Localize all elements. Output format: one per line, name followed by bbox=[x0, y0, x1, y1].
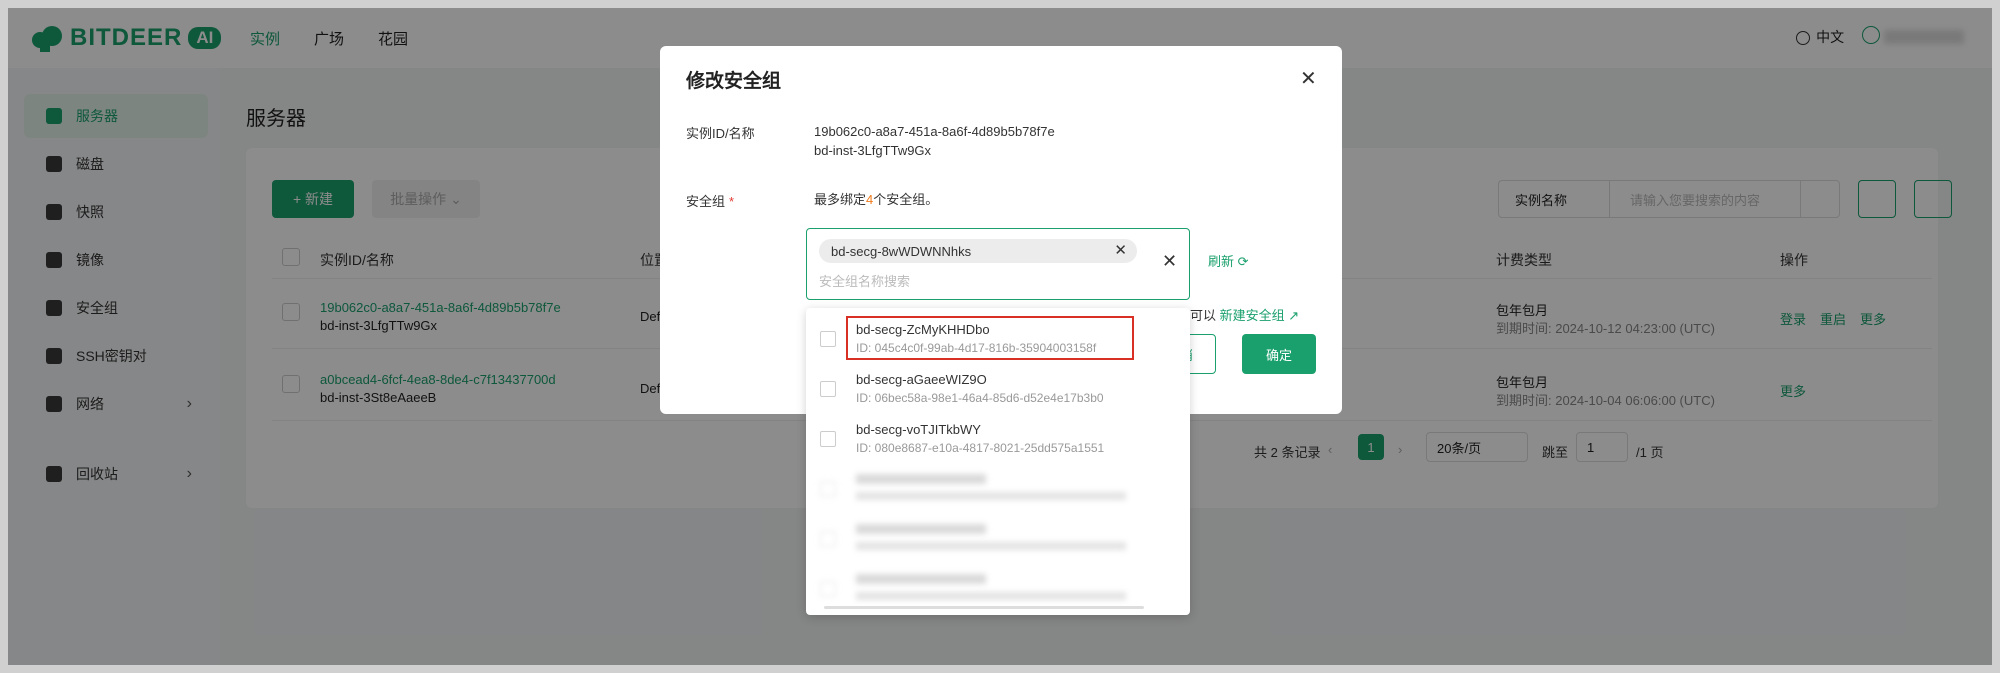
security-group-dropdown: bd-secg-ZcMyKHHDbo ID: 045c4c0f-99ab-4d1… bbox=[806, 308, 1190, 615]
refresh-button[interactable]: 刷新 ⟳ bbox=[1208, 251, 1249, 270]
app-window: BITDEER AI 实例 广场 花园 中文 服务器 磁盘 快照 镜像 安全组 … bbox=[8, 8, 1992, 665]
dropdown-option[interactable]: bd-secg-aGaeeWIZ9O ID: 06bec58a-98e1-46a… bbox=[806, 364, 1190, 412]
redacted-text bbox=[856, 492, 1126, 500]
redacted-text bbox=[856, 592, 1126, 600]
option-checkbox[interactable] bbox=[820, 481, 836, 497]
instance-name-value: bd-inst-3LfgTTw9Gx bbox=[814, 143, 932, 158]
remove-tag-icon[interactable]: ✕ bbox=[1114, 241, 1127, 259]
option-id: ID: 06bec58a-98e1-46a4-85d6-d52e4e17b3b0 bbox=[856, 391, 1104, 405]
option-id: ID: 080e8687-e10a-4817-8021-25dd575a1551 bbox=[856, 441, 1105, 455]
dropdown-option-redacted[interactable] bbox=[806, 564, 1190, 612]
clear-icon[interactable]: ✕ bbox=[1162, 251, 1177, 272]
close-icon[interactable]: ✕ bbox=[1300, 66, 1317, 91]
option-checkbox[interactable] bbox=[820, 431, 836, 447]
create-security-group-link[interactable]: 新建安全组 bbox=[1220, 308, 1285, 323]
option-checkbox[interactable] bbox=[820, 531, 836, 547]
security-group-search-input[interactable]: 安全组名称搜索 bbox=[819, 271, 910, 290]
option-name: bd-secg-aGaeeWIZ9O bbox=[856, 372, 987, 387]
selected-security-group-tag: bd-secg-8wWDWNNhks ✕ bbox=[819, 239, 1137, 263]
dropdown-option-redacted[interactable] bbox=[806, 514, 1190, 562]
dropdown-option[interactable]: bd-secg-voTJITkbWY ID: 080e8687-e10a-481… bbox=[806, 414, 1190, 462]
dialog-title: 修改安全组 bbox=[686, 71, 782, 92]
redacted-text bbox=[856, 524, 986, 534]
redacted-text bbox=[856, 574, 986, 584]
confirm-button[interactable]: 确定 bbox=[1242, 334, 1316, 374]
redacted-text bbox=[856, 542, 1126, 550]
create-sg-hint: 可以 新建安全组 ↗ bbox=[1190, 308, 1300, 323]
security-group-select[interactable]: bd-secg-8wWDWNNhks ✕ 安全组名称搜索 ✕ bbox=[806, 228, 1190, 300]
highlight-box bbox=[846, 316, 1134, 360]
dropdown-scrollbar[interactable] bbox=[824, 606, 1144, 609]
option-checkbox[interactable] bbox=[820, 331, 836, 347]
bind-limit-hint: 最多绑定4个安全组。 bbox=[814, 192, 939, 207]
option-checkbox[interactable] bbox=[820, 581, 836, 597]
dropdown-option-redacted[interactable] bbox=[806, 464, 1190, 512]
option-checkbox[interactable] bbox=[820, 381, 836, 397]
instance-id-value: 19b062c0-a8a7-451a-8a6f-4d89b5b78f7e bbox=[814, 124, 1055, 139]
security-group-label: 安全组 * bbox=[686, 194, 735, 209]
option-name: bd-secg-voTJITkbWY bbox=[856, 422, 981, 437]
redacted-text bbox=[856, 474, 986, 484]
instance-label: 实例ID/名称 bbox=[686, 126, 755, 141]
